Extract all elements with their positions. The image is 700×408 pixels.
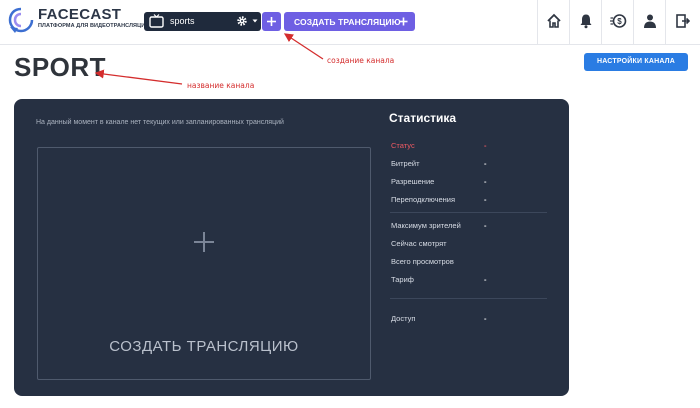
stats-title: Статистика [389, 111, 457, 125]
create-broadcast-label: СОЗДАТЬ ТРАНСЛЯЦИЮ [294, 17, 401, 27]
home-icon [547, 13, 561, 28]
stat-row-max-viewers: Максимум зрителей - [391, 221, 551, 231]
stat-value: - [484, 141, 487, 150]
stat-label: Битрейт [391, 159, 420, 168]
stat-value: - [484, 275, 487, 284]
channel-name-arrow [94, 69, 183, 85]
create-broadcast-button[interactable]: СОЗДАТЬ ТРАНСЛЯЦИЮ [284, 12, 415, 31]
stat-value: - [484, 159, 487, 168]
stat-label: Статус [391, 141, 415, 150]
stat-row-watching-now: Сейчас смотрят [391, 239, 551, 249]
create-channel-annotation: создание канала [327, 56, 395, 65]
exit-icon [676, 14, 690, 28]
add-channel-button[interactable] [262, 12, 281, 31]
empty-broadcast-message: На данный момент в канале нет текущих ил… [36, 119, 284, 126]
gear-icon[interactable] [236, 15, 248, 27]
stat-row-bitrate: Битрейт - [391, 159, 551, 169]
user-icon [644, 14, 656, 28]
logo-tagline: ПЛАТФОРМА ДЛЯ ВИДЕОТРАНСЛЯЦИЙ [38, 23, 150, 29]
notifications-button[interactable] [569, 0, 602, 44]
tv-icon [149, 14, 164, 28]
stats-divider [390, 298, 547, 299]
stat-row-total-views: Всего просмотров [391, 257, 551, 267]
chevron-down-icon[interactable] [252, 17, 258, 25]
stat-label: Максимум зрителей [391, 221, 461, 230]
stat-label: Всего просмотров [391, 257, 454, 266]
top-bar: FACECAST ПЛАТФОРМА ДЛЯ ВИДЕОТРАНСЛЯЦИЙ s… [0, 0, 700, 45]
create-broadcast-area-label: СОЗДАТЬ ТРАНСЛЯЦИЮ [109, 338, 299, 355]
logout-button[interactable] [665, 0, 698, 44]
stat-value: - [484, 314, 487, 323]
stat-row-status: Статус - [391, 141, 551, 151]
bell-icon [580, 14, 592, 29]
channel-name-annotation: название канала [187, 81, 255, 90]
stat-label: Сейчас смотрят [391, 239, 447, 248]
stat-row-tariff: Тариф - [391, 275, 551, 285]
money-icon: $ [610, 14, 627, 28]
plus-icon [194, 232, 214, 252]
billing-button[interactable]: $ [601, 0, 634, 44]
logo-name: FACECAST [38, 6, 122, 23]
plus-icon [267, 17, 276, 26]
channel-select[interactable]: sports [144, 12, 261, 31]
stat-label: Переподключения [391, 195, 456, 204]
stat-row-access: Доступ - [391, 314, 551, 324]
logo-icon[interactable] [7, 7, 35, 35]
channel-select-value: sports [170, 16, 195, 26]
stat-label: Разрешение [391, 177, 435, 186]
stat-label: Доступ [391, 314, 416, 323]
stat-value: - [484, 221, 487, 230]
home-button[interactable] [537, 0, 570, 44]
svg-text:$: $ [617, 17, 622, 26]
create-broadcast-area[interactable]: СОЗДАТЬ ТРАНСЛЯЦИЮ [37, 147, 371, 380]
stat-label: Тариф [391, 275, 414, 284]
channel-settings-button[interactable]: НАСТРОЙКИ КАНАЛА [584, 53, 688, 71]
stats-divider [390, 212, 547, 213]
stat-value: - [484, 195, 487, 204]
stat-row-reconnects: Переподключения - [391, 195, 551, 205]
plus-icon [399, 17, 408, 26]
page-title: SPORT [14, 52, 107, 82]
stat-value: - [484, 177, 487, 186]
stat-row-resolution: Разрешение - [391, 177, 551, 187]
profile-button[interactable] [633, 0, 666, 44]
channel-panel: На данный момент в канале нет текущих ил… [14, 99, 569, 396]
